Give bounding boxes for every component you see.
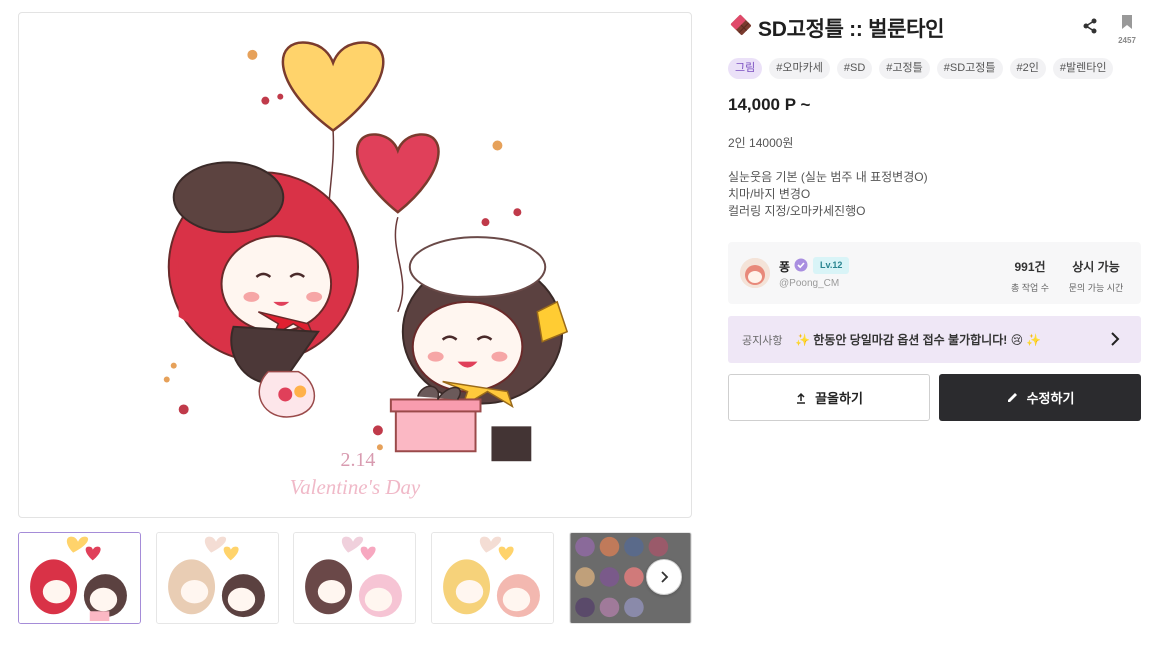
stat-total-works: 991건 총 작업 수 (1000, 258, 1060, 294)
bookmark-icon (1122, 15, 1132, 29)
description-line: 컬러링 지정/오마카세진행O (728, 204, 866, 218)
upload-arrow-icon (797, 392, 806, 404)
seller-card: 퐁 Lv.12 @Poong_CM 991건 총 작업 수 상시 가능 문의 가… (728, 242, 1141, 304)
tag-item[interactable]: #SD고정틀 (936, 58, 1003, 79)
avatar[interactable] (740, 258, 770, 288)
thumbnail-1[interactable] (18, 532, 141, 624)
caption-date: 2.14 (341, 449, 376, 471)
level-badge: Lv.12 (813, 257, 850, 274)
notice-banner[interactable]: 공지사항 ✨ 한동안 당일마감 옵션 접수 불가합니다! 😢 ✨ (728, 316, 1141, 363)
thumbnail-strip (18, 532, 692, 624)
verified-badge-icon (794, 258, 808, 272)
tag-item[interactable]: #2인 (1009, 58, 1046, 79)
chocolate-bar-icon (730, 14, 751, 35)
title-row: SD고정틀 :: 벌룬타인 2457 (728, 12, 1141, 45)
tag-item[interactable]: #SD (836, 58, 873, 79)
pull-up-label: 끌올하기 (815, 391, 863, 406)
stat-label: 문의 가능 시간 (1068, 283, 1124, 293)
thumbnail-4[interactable] (431, 532, 554, 624)
main-product-image[interactable]: 2.14 Valentine's Day (18, 12, 692, 518)
tag-list: 그림 #오마카세 #SD #고정틀 #SD고정틀 #2인 #발렌타인 (728, 58, 1114, 80)
thumbnail-3[interactable] (293, 532, 416, 624)
chevron-right-icon (661, 571, 669, 583)
red-heart-balloon (355, 133, 440, 214)
notice-label: 공지사항 (742, 335, 783, 347)
seller-handle: @Poong_CM (779, 278, 840, 289)
thumbnail-2[interactable] (156, 532, 279, 624)
bookmark-button[interactable]: 2457 (1114, 14, 1140, 50)
stat-inquiry-hours: 상시 가능 문의 가능 시간 (1061, 258, 1131, 294)
description-spacer (728, 152, 928, 169)
bookmark-count: 2457 (1118, 36, 1136, 45)
product-description: 2인 14000원 실눈웃음 기본 (실눈 범주 내 표정변경O) 치마/바지 … (728, 135, 928, 220)
yellow-heart-balloon (281, 41, 385, 133)
product-info-panel: SD고정틀 :: 벌룬타인 2457 그림 #오마카세 #SD #고정틀 #SD… (728, 0, 1141, 647)
stat-label: 총 작업 수 (1010, 283, 1050, 293)
product-price: 14,000 P ~ (728, 95, 811, 114)
share-icon[interactable] (1080, 16, 1100, 36)
tag-item[interactable]: #고정틀 (879, 58, 930, 79)
edit-label: 수정하기 (1026, 391, 1075, 406)
chevron-right-icon (1111, 332, 1120, 346)
description-line: 2인 14000원 (728, 136, 794, 150)
description-line: 치마/바지 변경O (728, 187, 811, 201)
notice-text: ✨ 한동안 당일마감 옵션 접수 불가합니다! 😢 ✨ (795, 333, 1042, 347)
edit-button[interactable]: 수정하기 (939, 374, 1141, 421)
caption-text: Valentine's Day (290, 475, 421, 499)
description-line: 실눈웃음 기본 (실눈 범주 내 표정변경O) (728, 170, 928, 184)
stat-value: 상시 가능 (1072, 260, 1120, 274)
valentine-illustration: 2.14 Valentine's Day (163, 41, 569, 499)
product-title: SD고정틀 :: 벌룬타인 (758, 18, 945, 41)
tag-category[interactable]: 그림 (728, 58, 763, 79)
next-thumbnails-button[interactable] (646, 559, 682, 595)
pencil-icon (1007, 393, 1017, 402)
tag-item[interactable]: #발렌타인 (1052, 58, 1114, 79)
seller-name[interactable]: 퐁 (779, 258, 790, 275)
pull-up-button[interactable]: 끌올하기 (728, 374, 930, 421)
stat-value: 991건 (1014, 260, 1046, 274)
tag-item[interactable]: #오마카세 (769, 58, 830, 79)
